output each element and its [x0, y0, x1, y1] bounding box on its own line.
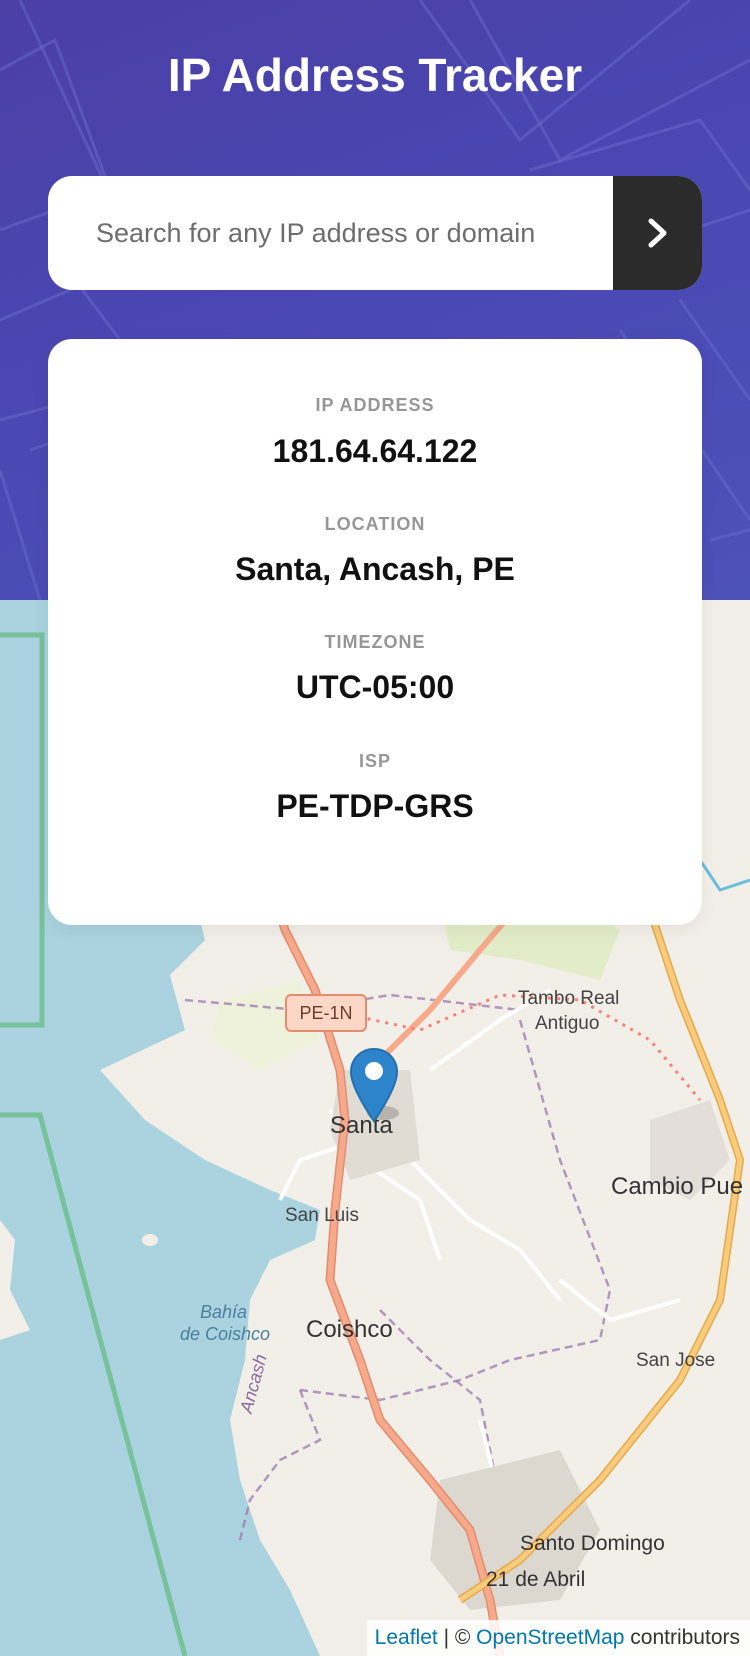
place-label-21-de-abril: 21 de Abril: [486, 1568, 586, 1591]
ip-info-card: IP ADDRESS 181.64.64.122 LOCATION Santa,…: [48, 339, 702, 925]
ip-address-label: IP ADDRESS: [315, 395, 435, 415]
submit-button[interactable]: [613, 176, 702, 290]
location-value: Santa, Ancash, PE: [235, 551, 515, 587]
isp-value: PE-TDP-GRS: [276, 788, 474, 824]
attribution-suffix: contributors: [624, 1626, 740, 1649]
openstreetmap-link[interactable]: OpenStreetMap: [476, 1626, 624, 1649]
leaflet-link[interactable]: Leaflet: [375, 1626, 438, 1649]
search-bar: [48, 176, 702, 290]
map-attribution: Leaflet | © OpenStreetMap contributors: [366, 1620, 750, 1656]
road-shield: PE-1N: [285, 994, 367, 1032]
place-label-coishco: Coishco: [306, 1316, 393, 1343]
ip-address-value: 181.64.64.122: [272, 433, 478, 469]
page-title: IP Address Tracker: [167, 49, 583, 101]
place-label-tambo: Tambo Real: [518, 988, 620, 1009]
place-label-santo-domingo: Santo Domingo: [520, 1532, 665, 1555]
timezone-label: TIMEZONE: [324, 632, 426, 652]
place-label-san-jose: San Jose: [636, 1350, 716, 1371]
place-label-tambo-2: Antiguo: [535, 1013, 600, 1034]
map-pin-icon[interactable]: [349, 1047, 399, 1125]
chevron-right-icon: [648, 218, 666, 248]
isp-label: ISP: [358, 751, 391, 771]
attribution-separator: | ©: [437, 1626, 477, 1649]
timezone-value: UTC-05:00: [295, 669, 455, 705]
place-label-san-luis: San Luis: [285, 1205, 359, 1226]
place-label-cambio: Cambio Pue: [611, 1173, 744, 1200]
location-label: LOCATION: [324, 514, 426, 534]
place-label-bahia: Bahía: [200, 1302, 248, 1322]
search-input[interactable]: [48, 176, 613, 290]
place-label-bahia-2: de Coishco: [180, 1324, 271, 1344]
